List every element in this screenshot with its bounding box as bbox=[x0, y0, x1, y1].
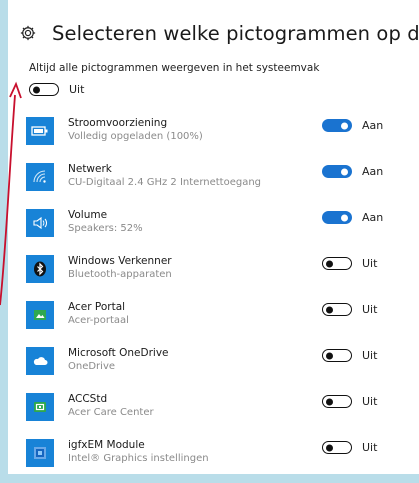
item-description: Intel® Graphics instellingen bbox=[68, 453, 209, 464]
toggle-state-label: Uit bbox=[69, 83, 85, 96]
item-name: Stroomvoorziening bbox=[68, 117, 168, 129]
icon-list: Stroomvoorziening Volledig opgeladen (100… bbox=[26, 108, 419, 474]
toggle-state-label: Uit bbox=[362, 441, 378, 454]
list-item: Netwerk CU-Digitaal 2.4 GHz 2 Internettoe… bbox=[26, 154, 419, 200]
bluetooth-icon bbox=[26, 255, 54, 283]
item-description: CU-Digitaal 2.4 GHz 2 Internettoegang bbox=[68, 177, 262, 188]
wifi-icon bbox=[26, 163, 54, 191]
item-toggle[interactable]: Aan bbox=[322, 165, 383, 178]
item-name: igfxEM Module bbox=[68, 439, 145, 451]
item-toggle[interactable]: Aan bbox=[322, 211, 383, 224]
always-show-toggle[interactable]: Uit bbox=[29, 83, 84, 96]
toggle-switch[interactable] bbox=[322, 165, 352, 178]
list-item: Volume Speakers: 52% Aan bbox=[26, 200, 419, 246]
item-name: Acer Portal bbox=[68, 301, 126, 313]
item-description: Acer Care Center bbox=[68, 407, 154, 418]
toggle-switch[interactable] bbox=[322, 211, 352, 224]
toggle-switch[interactable] bbox=[322, 395, 352, 408]
item-name: Microsoft OneDrive bbox=[68, 347, 169, 359]
item-name: Netwerk bbox=[68, 163, 112, 175]
item-description: OneDrive bbox=[68, 361, 116, 372]
toggle-state-label: Uit bbox=[362, 395, 378, 408]
list-item: ACCStd Acer Care Center Uit bbox=[26, 384, 419, 430]
page-header: Selecteren welke pictogrammen op de bbox=[18, 18, 419, 48]
gear-icon bbox=[18, 23, 38, 43]
toggle-switch[interactable] bbox=[322, 119, 352, 132]
item-name: ACCStd bbox=[68, 393, 108, 405]
always-show-label: Altijd alle pictogrammen weergeven in he… bbox=[29, 62, 320, 74]
toggle-state-label: Aan bbox=[362, 165, 384, 178]
toggle-state-label: Uit bbox=[362, 257, 378, 270]
settings-panel: Selecteren welke pictogrammen op de Alti… bbox=[8, 0, 419, 474]
item-name: Volume bbox=[68, 209, 108, 221]
item-toggle[interactable]: Uit bbox=[322, 395, 377, 408]
item-toggle[interactable]: Uit bbox=[322, 441, 377, 454]
acer-portal-icon bbox=[26, 301, 54, 329]
toggle-switch[interactable] bbox=[322, 441, 352, 454]
onedrive-cloud-icon bbox=[26, 347, 54, 375]
toggle-switch[interactable] bbox=[322, 303, 352, 316]
item-toggle[interactable]: Aan bbox=[322, 119, 383, 132]
speaker-icon bbox=[26, 209, 54, 237]
item-description: Speakers: 52% bbox=[68, 223, 143, 234]
toggle-state-label: Uit bbox=[362, 303, 378, 316]
toggle-state-label: Uit bbox=[362, 349, 378, 362]
list-item: igfxEM Module Intel® Graphics instellinge… bbox=[26, 430, 419, 474]
list-item: Acer Portal Acer-portaal Uit bbox=[26, 292, 419, 338]
list-item: Microsoft OneDrive OneDrive Uit bbox=[26, 338, 419, 384]
intel-graphics-icon bbox=[26, 439, 54, 467]
toggle-state-label: Aan bbox=[362, 119, 384, 132]
toggle-state-label: Aan bbox=[362, 211, 384, 224]
item-name: Windows Verkenner bbox=[68, 255, 172, 267]
list-item: Windows Verkenner Bluetooth-apparaten Uit bbox=[26, 246, 419, 292]
acer-care-icon bbox=[26, 393, 54, 421]
item-description: Acer-portaal bbox=[68, 315, 129, 326]
toggle-switch[interactable] bbox=[322, 349, 352, 362]
page-title: Selecteren welke pictogrammen op de bbox=[52, 21, 419, 45]
item-toggle[interactable]: Uit bbox=[322, 303, 377, 316]
item-toggle[interactable]: Uit bbox=[322, 349, 377, 362]
toggle-switch[interactable] bbox=[29, 83, 59, 96]
item-toggle[interactable]: Uit bbox=[322, 257, 377, 270]
item-description: Volledig opgeladen (100%) bbox=[68, 131, 203, 142]
item-description: Bluetooth-apparaten bbox=[68, 269, 172, 280]
battery-icon bbox=[26, 117, 54, 145]
list-item: Stroomvoorziening Volledig opgeladen (100… bbox=[26, 108, 419, 154]
toggle-switch[interactable] bbox=[322, 257, 352, 270]
